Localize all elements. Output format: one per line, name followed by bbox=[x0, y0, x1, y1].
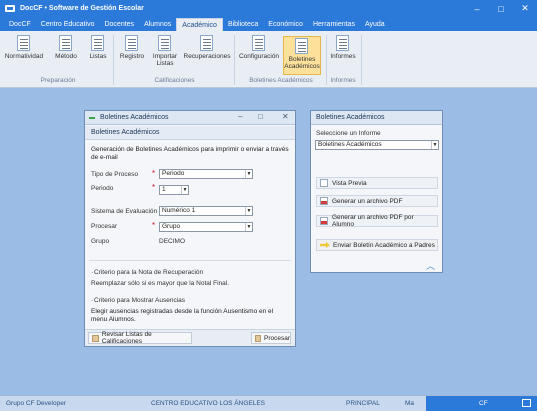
criterio-ausencias-title: Criterio para Mostrar Ausencias bbox=[94, 297, 186, 304]
dialog-title: Boletines Académicos bbox=[100, 114, 169, 121]
tipo-proceso-label: Tipo de Proceso bbox=[91, 171, 139, 178]
panel-title-bar: Boletines Académicos bbox=[311, 111, 442, 125]
dialog-header: Boletines Académicos bbox=[91, 129, 160, 136]
process-icon bbox=[255, 334, 261, 342]
dialog-close-icon[interactable]: ✕ bbox=[282, 112, 289, 121]
ribbon: Normatividad Método Listas Preparación R… bbox=[0, 31, 537, 88]
menu-centro-educativo[interactable]: Centro Educativo bbox=[36, 18, 100, 31]
chevron-down-icon: ▼ bbox=[181, 186, 188, 194]
recuperaciones-icon bbox=[199, 34, 215, 51]
generar-pdf-alumno-button[interactable]: Generar un archivo PDF por Alumno bbox=[316, 214, 438, 228]
menu-docentes[interactable]: Docentes bbox=[99, 18, 139, 31]
procesar-label: Procesar bbox=[91, 223, 118, 230]
maximize-icon[interactable]: □ bbox=[489, 0, 513, 17]
importar-listas-button[interactable]: Importar Listas bbox=[150, 34, 180, 74]
status-group: Grupo CF Developer bbox=[6, 400, 66, 407]
registro-icon bbox=[124, 34, 140, 51]
normatividad-icon bbox=[16, 34, 32, 51]
window-title: DocCF • Software de Gestión Escolar bbox=[20, 5, 144, 12]
criterio-recuperacion-text: Reemplazar sólo si es mayor que la Notal… bbox=[91, 280, 230, 287]
title-bar: DocCF • Software de Gestión Escolar – □ … bbox=[0, 0, 537, 17]
calendar-icon[interactable] bbox=[522, 399, 531, 407]
app-icon bbox=[5, 5, 15, 12]
dialog-description: Generación de Boletines Académicos para … bbox=[91, 146, 289, 161]
boletines-academicos-icon bbox=[294, 37, 310, 54]
normatividad-button[interactable]: Normatividad bbox=[4, 34, 44, 74]
status-bar: Grupo CF Developer CENTRO EDUCATIVO LOS … bbox=[0, 395, 537, 411]
periodo-select[interactable]: 1 ▼ bbox=[159, 185, 189, 195]
preview-icon bbox=[320, 179, 328, 187]
boletines-dialog: Boletines Académicos – □ ✕ Boletines Aca… bbox=[84, 110, 296, 347]
tipo-proceso-select[interactable]: Periodo ▼ bbox=[159, 169, 253, 179]
informes-icon bbox=[335, 34, 351, 51]
menu-biblioteca[interactable]: Biblioteca bbox=[223, 18, 263, 31]
menu-economico[interactable]: Económico bbox=[263, 18, 308, 31]
metodo-icon bbox=[58, 34, 74, 51]
minimize-icon[interactable]: – bbox=[465, 0, 489, 17]
dialog-minimize-icon[interactable]: – bbox=[238, 112, 242, 121]
importar-listas-icon bbox=[157, 34, 173, 51]
dialog-title-bar: Boletines Académicos – □ ✕ bbox=[85, 111, 295, 125]
group-label-preparacion: Preparación bbox=[40, 77, 76, 84]
configuracion-button[interactable]: Configuración bbox=[237, 34, 281, 74]
list-icon bbox=[92, 334, 99, 342]
boletines-academicos-button[interactable]: Boletines Académicos bbox=[283, 36, 321, 75]
chevron-down-icon: ▼ bbox=[245, 207, 252, 215]
metodo-button[interactable]: Método bbox=[52, 34, 80, 74]
menu-ayuda[interactable]: Ayuda bbox=[360, 18, 390, 31]
status-cf: CF bbox=[479, 400, 488, 407]
bullet-icon: · bbox=[91, 297, 94, 304]
sistema-evaluacion-select[interactable]: Numérico 1 ▼ bbox=[159, 206, 253, 216]
group-label-boletines: Boletines Académicos bbox=[249, 77, 313, 84]
select-informe-label: Seleccione un Informe bbox=[316, 130, 381, 137]
panel-title: Boletines Académicos bbox=[316, 114, 385, 121]
generar-pdf-button[interactable]: Generar un archivo PDF bbox=[316, 195, 438, 207]
close-icon[interactable]: ✕ bbox=[513, 0, 537, 17]
informes-button[interactable]: Informes bbox=[329, 34, 357, 74]
pdf-icon bbox=[320, 197, 328, 205]
status-shift: Ma bbox=[405, 400, 415, 407]
menu-alumnos[interactable]: Alumnos bbox=[139, 18, 176, 31]
periodo-label: Periodo bbox=[91, 185, 114, 192]
required-marker: * bbox=[152, 221, 156, 230]
vista-previa-button[interactable]: Vista Previa bbox=[316, 177, 438, 189]
send-arrow-icon bbox=[320, 242, 330, 248]
status-school: CENTRO EDUCATIVO LOS ÁNGELES bbox=[151, 400, 266, 407]
status-campus: PRINCIPAL bbox=[346, 400, 380, 407]
enviar-boletin-button[interactable]: Enviar Boletín Académico a Padres bbox=[316, 239, 438, 251]
chevron-down-icon: ▼ bbox=[245, 170, 252, 178]
grupo-label: Grupo bbox=[91, 238, 110, 245]
criterio-ausencias-text: Elegir ausencias registradas desde la fu… bbox=[91, 308, 274, 323]
collapse-chevron-icon[interactable]: ︿ bbox=[426, 259, 435, 272]
status-cf-panel: CF bbox=[426, 396, 537, 411]
procesar-button[interactable]: Procesar bbox=[251, 332, 291, 344]
menu-doccf[interactable]: DocCF bbox=[4, 18, 36, 31]
registro-button[interactable]: Registro bbox=[117, 34, 147, 74]
revisar-listas-button[interactable]: Revisar Listas de Calificaciones bbox=[88, 331, 192, 345]
configuracion-icon bbox=[251, 34, 267, 51]
recuperaciones-button[interactable]: Recuperaciones bbox=[182, 34, 232, 74]
required-marker: * bbox=[152, 183, 156, 192]
required-marker: * bbox=[152, 169, 156, 178]
procesar-select[interactable]: Grupo ▼ bbox=[159, 222, 253, 232]
chevron-down-icon: ▼ bbox=[431, 141, 438, 149]
pdf-icon bbox=[320, 217, 328, 225]
sistema-evaluacion-label: Sistema de Evaluación bbox=[91, 208, 158, 215]
dialog-maximize-icon[interactable]: □ bbox=[258, 112, 263, 121]
menu-academico[interactable]: Académico bbox=[176, 18, 223, 31]
informe-panel: Boletines Académicos Seleccione un Infor… bbox=[310, 110, 443, 273]
listas-button[interactable]: Listas bbox=[86, 34, 110, 74]
informe-select[interactable]: Boletines Académicos ▼ bbox=[315, 140, 439, 150]
menu-herramientas[interactable]: Herramientas bbox=[308, 18, 360, 31]
chevron-down-icon: ▼ bbox=[245, 223, 252, 231]
grupo-value: DECIMO bbox=[159, 238, 185, 245]
bullet-icon: · bbox=[91, 269, 94, 276]
listas-icon bbox=[90, 34, 106, 51]
criterio-recuperacion-title: Criterio para la Nota de Recuperación bbox=[94, 269, 204, 276]
group-label-calificaciones: Calificaciones bbox=[154, 77, 195, 84]
dialog-app-icon bbox=[89, 116, 95, 119]
menu-bar: DocCF Centro Educativo Docentes Alumnos … bbox=[0, 17, 537, 31]
group-label-informes: Informes bbox=[330, 77, 356, 84]
